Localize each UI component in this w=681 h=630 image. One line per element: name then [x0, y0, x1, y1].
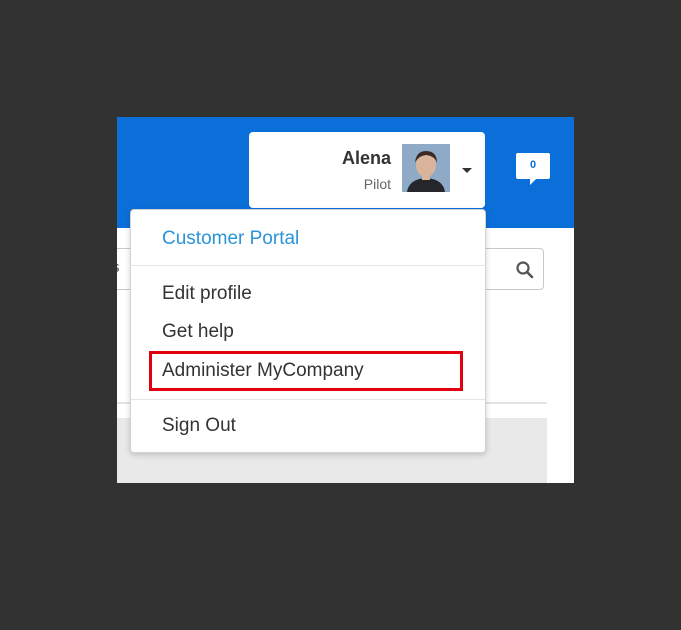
avatar-image	[402, 144, 450, 192]
user-name: Alena	[341, 148, 391, 168]
background-search-text: ls	[117, 259, 120, 277]
notification-count: 0	[529, 159, 537, 171]
search-icon[interactable]	[515, 260, 535, 280]
highlight-annotation-box	[149, 351, 463, 391]
screenshot-frame: Alena Pilot 0 ls Customer P	[117, 117, 574, 483]
caret-down-icon[interactable]	[462, 168, 472, 173]
menu-item-customer-portal[interactable]: Customer Portal	[162, 228, 299, 250]
user-role: Pilot	[363, 176, 391, 192]
avatar[interactable]	[402, 144, 450, 192]
menu-item-get-help[interactable]: Get help	[162, 321, 234, 343]
user-menu-button[interactable]: Alena Pilot	[249, 132, 485, 208]
menu-item-edit-profile[interactable]: Edit profile	[162, 283, 252, 305]
menu-divider	[131, 265, 485, 266]
notifications-button[interactable]: 0	[516, 153, 550, 185]
user-dropdown-menu: Customer Portal Edit profile Get help Ad…	[130, 209, 486, 453]
menu-divider	[131, 399, 485, 400]
menu-item-sign-out[interactable]: Sign Out	[162, 415, 236, 437]
